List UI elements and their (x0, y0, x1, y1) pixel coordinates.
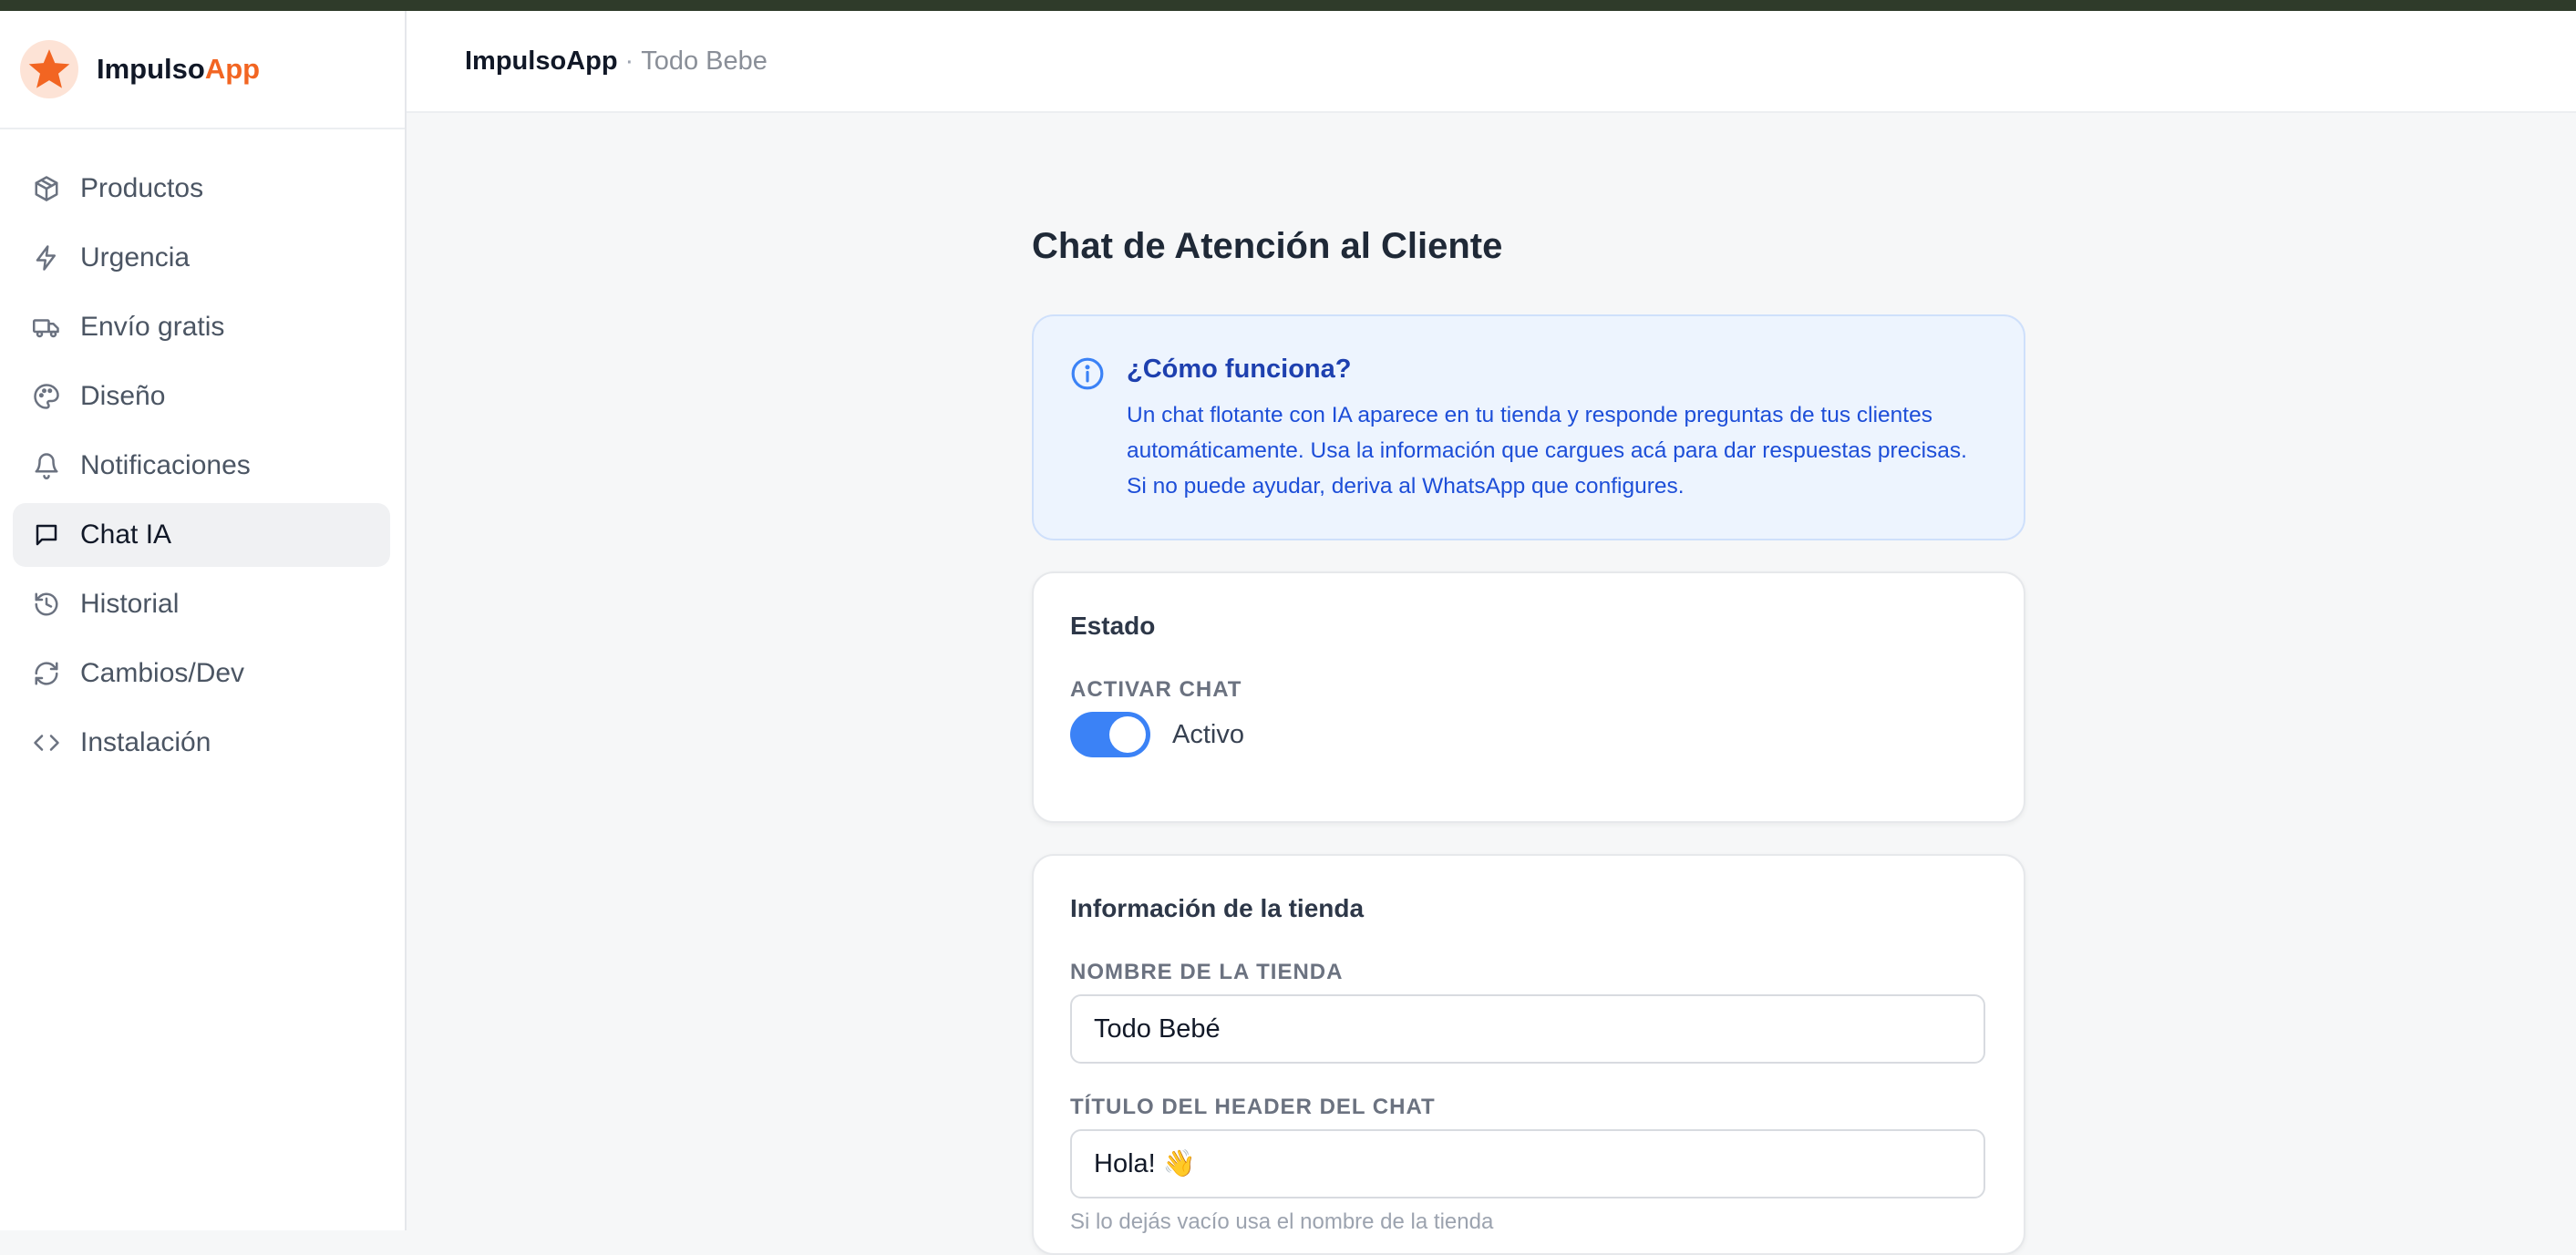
sidebar-item-label: Historial (80, 589, 180, 619)
store-name-input[interactable]: Todo Bebé (1070, 994, 1985, 1064)
toggle-status-text: Activo (1172, 719, 1244, 749)
info-box: ¿Cómo funciona? Un chat flotante con IA … (1032, 314, 2025, 540)
refresh-icon (33, 660, 60, 687)
field-label: NOMBRE DE LA TIENDA (1070, 960, 1344, 984)
sidebar-item-label: Productos (80, 173, 204, 203)
sidebar-item-label: Notificaciones (80, 450, 251, 480)
card-title: Información de la tienda (1070, 894, 1365, 922)
sidebar-item-label: Urgencia (80, 242, 191, 273)
lightning-icon (33, 244, 60, 272)
bell-icon (33, 452, 60, 479)
header-store-name: Todo Bebe (641, 46, 768, 76)
history-icon (33, 591, 60, 618)
sidebar-item-label: Envío gratis (80, 312, 225, 342)
info-text: Un chat flotante con IA aparece en tu ti… (1127, 403, 1967, 499)
header-separator: · (624, 46, 634, 76)
top-header: ImpulsoApp · Todo Bebe (407, 11, 2576, 113)
sidebar-item-label: Diseño (80, 381, 166, 411)
info-icon (1070, 356, 1105, 391)
top-stripe (0, 0, 2576, 11)
sidebar-item-instalacion[interactable]: Instalación (13, 711, 390, 775)
sidebar-item-diseno[interactable]: Diseño (13, 365, 390, 428)
field-label: TÍTULO DEL HEADER DEL CHAT (1070, 1095, 1436, 1119)
chat-header-title-input[interactable]: Hola! 👋 (1070, 1129, 1985, 1198)
sidebar-item-envio-gratis[interactable]: Envío gratis (13, 295, 390, 359)
palette-icon (33, 383, 60, 410)
sidebar-item-chat-ia[interactable]: Chat IA (13, 503, 390, 567)
brand-name: ImpulsoApp (97, 53, 261, 85)
star-logo-icon (20, 40, 78, 98)
sidebar-item-historial[interactable]: Historial (13, 572, 390, 636)
sidebar-item-cambios-dev[interactable]: Cambios/Dev (13, 642, 390, 705)
card-title: Estado (1070, 612, 1156, 640)
toggle-knob (1109, 716, 1146, 753)
code-icon (33, 729, 60, 756)
field-label: ACTIVAR CHAT (1070, 677, 1242, 702)
sidebar-item-productos[interactable]: Productos (13, 157, 390, 221)
brand[interactable]: ImpulsoApp (0, 11, 405, 129)
truck-icon (33, 314, 60, 341)
sidebar-item-label: Instalación (80, 727, 211, 757)
sidebar: ImpulsoApp Productos Urgencia Envío grat… (0, 11, 407, 1230)
main-content: Chat de Atención al Cliente ¿Cómo funcio… (1032, 113, 2025, 1255)
activar-chat-toggle[interactable] (1070, 712, 1150, 757)
box-icon (33, 175, 60, 202)
sidebar-item-notificaciones[interactable]: Notificaciones (13, 434, 390, 498)
tienda-card: Información de la tienda NOMBRE DE LA TI… (1032, 854, 2025, 1255)
sidebar-nav: Productos Urgencia Envío gratis Diseño N… (0, 129, 405, 775)
page-title: Chat de Atención al Cliente (1032, 226, 1503, 266)
sidebar-item-label: Chat IA (80, 519, 172, 550)
sidebar-item-urgencia[interactable]: Urgencia (13, 226, 390, 290)
field-hint: Si lo dejás vacío usa el nombre de la ti… (1070, 1209, 1494, 1234)
chat-icon (33, 521, 60, 549)
sidebar-item-label: Cambios/Dev (80, 658, 245, 688)
header-app-name: ImpulsoApp (465, 46, 618, 76)
info-title: ¿Cómo funciona? (1127, 355, 1352, 384)
estado-card: Estado ACTIVAR CHAT Activo (1032, 571, 2025, 823)
